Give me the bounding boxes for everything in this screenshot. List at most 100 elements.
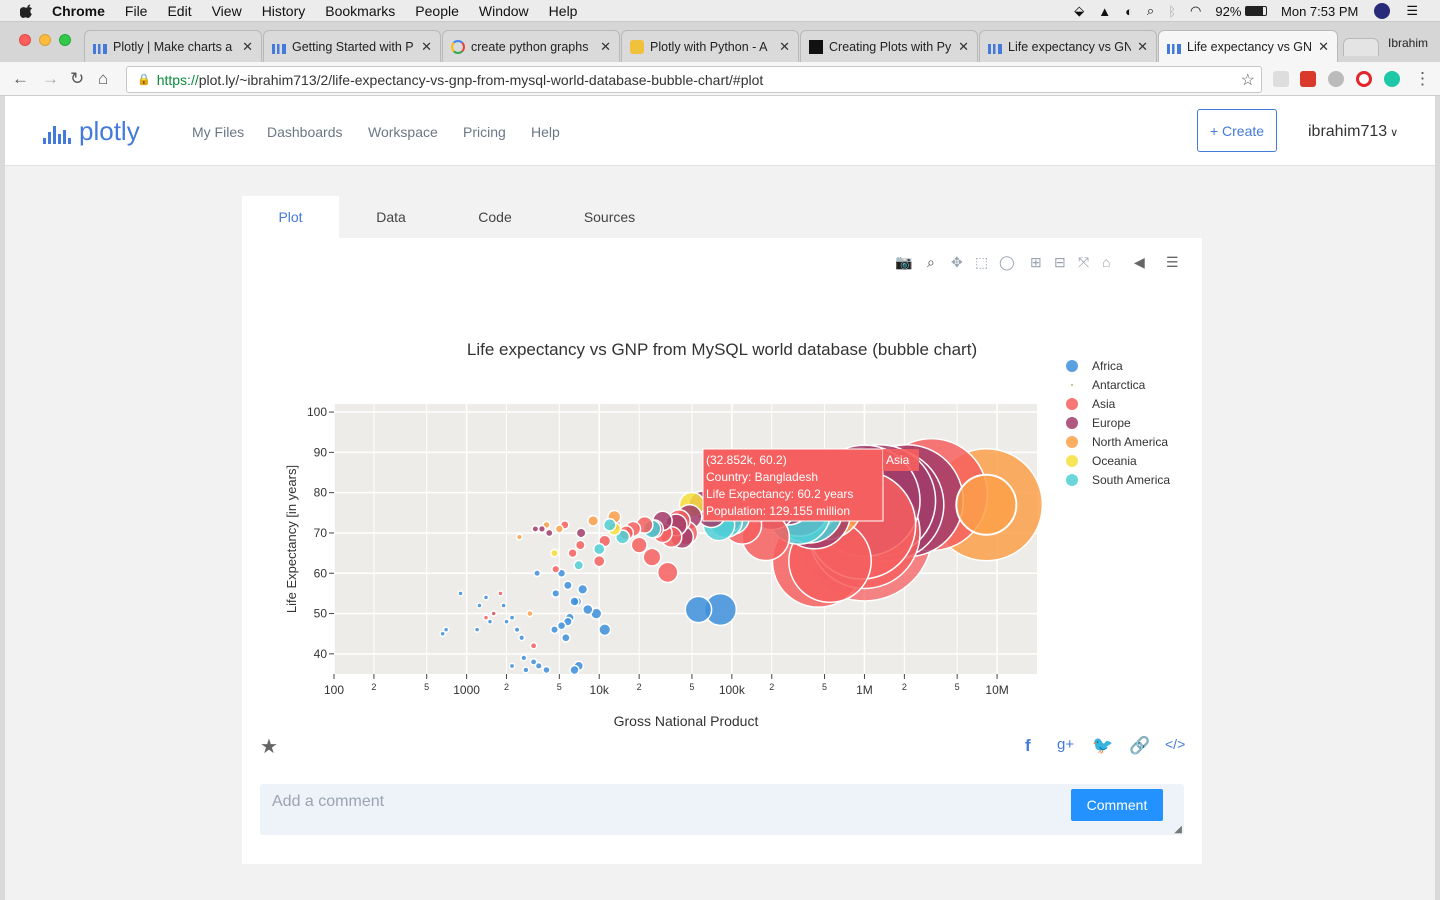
comment-button[interactable]: Comment [1071, 789, 1163, 821]
twitter-icon[interactable]: 🐦 [1092, 736, 1113, 756]
nav-workspace[interactable]: Workspace [368, 124, 438, 140]
sync-icon[interactable]: ◐ [1125, 4, 1133, 19]
tab-close-icon[interactable]: ✕ [600, 39, 611, 55]
browser-tab-active[interactable]: Life expectancy vs GN ✕ [1158, 30, 1338, 62]
bubble-point[interactable] [457, 590, 464, 597]
bubble-point[interactable] [573, 559, 585, 571]
bubble-point[interactable] [518, 634, 526, 642]
favorite-star-icon[interactable]: ★ [260, 734, 278, 759]
create-button[interactable]: + Create [1197, 109, 1277, 152]
reload-icon[interactable]: ↻ [70, 69, 84, 89]
bubble-point[interactable] [476, 602, 483, 609]
bubble-point[interactable] [508, 662, 516, 670]
bubble-point[interactable] [567, 547, 578, 559]
tab-close-icon[interactable]: ✕ [958, 39, 969, 55]
legend-marker[interactable] [1066, 398, 1078, 410]
bubble-point[interactable] [522, 666, 530, 674]
bubble-point[interactable] [529, 658, 538, 666]
bubble-point[interactable] [569, 664, 580, 676]
tab-close-icon[interactable]: ✕ [421, 39, 432, 55]
nav-help[interactable]: Help [531, 124, 560, 140]
embed-code-icon[interactable]: </> [1165, 736, 1185, 752]
tab-close-icon[interactable]: ✕ [779, 39, 790, 55]
bubble-point[interactable] [520, 654, 528, 662]
bubble-point[interactable] [549, 625, 560, 635]
tab-close-icon[interactable]: ✕ [1318, 39, 1329, 55]
tab-sources[interactable]: Sources [547, 196, 672, 238]
legend-label[interactable]: Europe [1092, 416, 1131, 430]
menu-edit[interactable]: Edit [167, 3, 191, 19]
bubble-point[interactable] [497, 590, 504, 597]
apple-menu-icon[interactable] [20, 4, 34, 18]
spotlight-search-icon[interactable]: ⌕ [1147, 3, 1154, 19]
tab-plot[interactable]: Plot [242, 196, 339, 238]
bubble-point[interactable] [482, 614, 490, 621]
bubble-point[interactable] [554, 524, 564, 534]
chrome-profile-name[interactable]: Ibrahim [1388, 36, 1428, 50]
bubble-point[interactable] [684, 595, 713, 624]
address-bar[interactable]: 🔒 https:// plot.ly/~ibrahim713/2/life-ex… [126, 66, 1262, 93]
legend-label[interactable]: South America [1092, 473, 1170, 487]
bubble-point[interactable] [537, 524, 547, 534]
menu-bookmarks[interactable]: Bookmarks [325, 3, 395, 19]
bubble-point[interactable] [575, 527, 587, 539]
bluetooth-icon[interactable]: ᛒ [1168, 4, 1176, 19]
bubble-point[interactable] [542, 665, 551, 675]
tab-close-icon[interactable]: ✕ [242, 39, 253, 55]
bubble-point[interactable] [582, 603, 594, 616]
drive-icon[interactable]: ▲ [1098, 4, 1111, 19]
bubble-point[interactable] [551, 564, 561, 574]
legend-marker[interactable] [1066, 455, 1078, 467]
chrome-menu-icon[interactable]: ⋮ [1414, 69, 1431, 89]
bubble-point[interactable] [529, 641, 538, 650]
home-icon[interactable]: ⌂ [98, 69, 108, 89]
legend-marker[interactable] [1066, 436, 1078, 448]
bubble-point[interactable] [544, 528, 554, 538]
bubble-point[interactable] [577, 583, 589, 595]
siri-icon[interactable] [1374, 3, 1391, 19]
extension-cloud-icon[interactable] [1328, 71, 1344, 87]
nav-my-files[interactable]: My Files [192, 124, 244, 140]
browser-tab[interactable]: Plotly with Python - A ✕ [621, 30, 799, 62]
bubble-point[interactable] [656, 561, 679, 584]
legend-marker[interactable] [1066, 417, 1078, 429]
menu-help[interactable]: Help [549, 3, 578, 19]
bubble-point[interactable] [574, 539, 586, 551]
wifi-icon[interactable]: ◠ [1190, 3, 1201, 19]
legend-label[interactable]: Oceania [1092, 454, 1137, 468]
bubble-point[interactable] [533, 569, 542, 578]
bookmark-star-icon[interactable]: ☆ [1241, 70, 1255, 90]
bubble-point[interactable] [569, 596, 580, 607]
legend-label[interactable]: Africa [1092, 359, 1123, 373]
menu-view[interactable]: View [212, 3, 242, 19]
bubble-point[interactable] [630, 536, 648, 554]
legend-marker[interactable] [1066, 360, 1078, 372]
legend-marker[interactable] [1071, 384, 1073, 386]
bubble-point[interactable] [562, 580, 573, 591]
dropbox-icon[interactable]: ⬙ [1074, 3, 1084, 19]
extension-m-icon[interactable] [1384, 71, 1400, 87]
bubble-point[interactable] [490, 610, 497, 617]
plotly-logo[interactable]: plotly [43, 118, 140, 144]
extension-pin-icon[interactable] [1273, 71, 1289, 87]
facebook-icon[interactable]: f [1025, 736, 1031, 756]
tab-close-icon[interactable]: ✕ [1137, 39, 1148, 55]
window-minimize-button[interactable] [39, 34, 51, 46]
bubble-point[interactable] [439, 630, 446, 637]
bubble-point[interactable] [587, 514, 600, 527]
bubble-point[interactable] [598, 623, 612, 637]
bubble-point[interactable] [526, 609, 534, 618]
bubble-point[interactable] [642, 547, 662, 567]
bubble-point[interactable] [560, 632, 571, 643]
menu-history[interactable]: History [262, 3, 306, 19]
bubble-point[interactable] [500, 602, 507, 609]
browser-tab[interactable]: Life expectancy vs GN ✕ [979, 30, 1157, 62]
tab-data[interactable]: Data [339, 196, 443, 238]
window-close-button[interactable] [19, 34, 31, 46]
bubble-point[interactable] [515, 533, 523, 541]
new-tab-button[interactable] [1343, 38, 1379, 56]
legend[interactable]: Africa Antarctica Asia Europe North America O… [1066, 359, 1170, 487]
legend-label[interactable]: North America [1092, 435, 1168, 449]
forward-arrow-icon[interactable]: → [42, 69, 59, 89]
nav-dashboards[interactable]: Dashboards [267, 124, 343, 140]
